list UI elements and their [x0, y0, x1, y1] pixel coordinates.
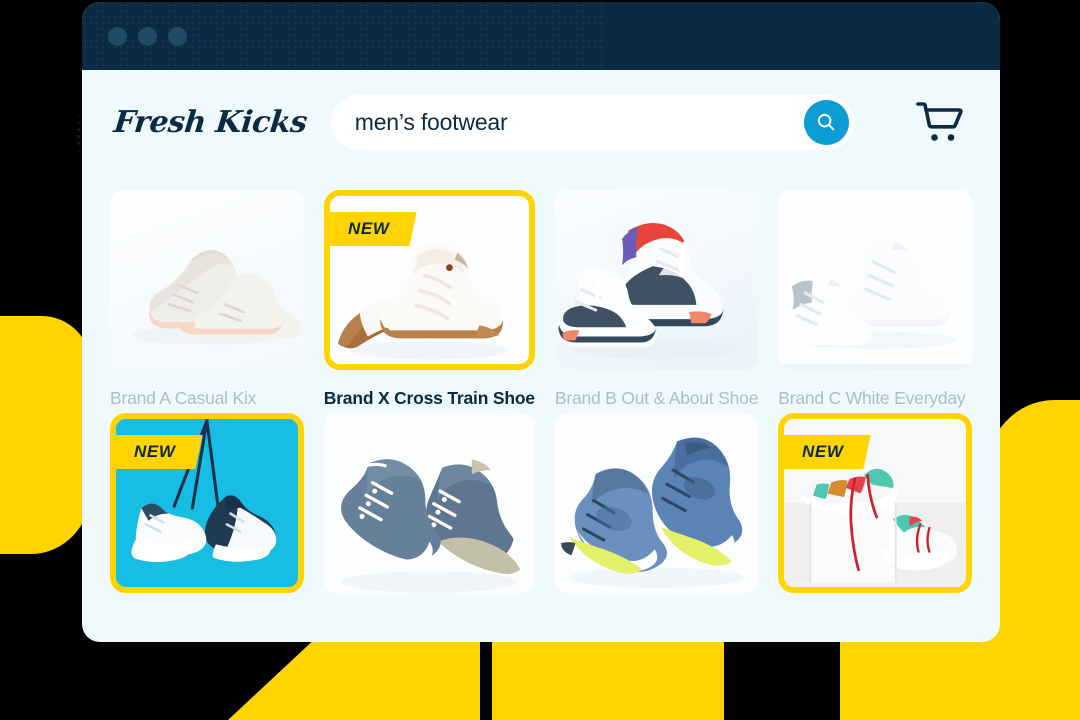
cart-button[interactable]	[910, 95, 968, 149]
shopping-cart-icon	[916, 102, 963, 141]
shoe-illustration-casual-kix	[131, 250, 301, 345]
product-card[interactable]	[323, 413, 535, 611]
product-thumbnail[interactable]: NEW	[778, 413, 972, 593]
brand-logo[interactable]: Fresh Kicks	[112, 105, 308, 140]
product-thumbnail[interactable]	[554, 190, 759, 370]
search-icon	[818, 113, 835, 131]
app-header: Fresh Kicks	[82, 70, 1000, 174]
product-thumbnail[interactable]	[778, 190, 972, 370]
new-badge: NEW	[115, 435, 204, 469]
new-badge-label: NEW	[347, 219, 390, 238]
new-badge-label: NEW	[802, 442, 844, 461]
yellow-shape-left-decoration	[0, 316, 92, 554]
minimize-dot-icon[interactable]	[138, 26, 157, 46]
product-grid: Brand A Casual Kix NEW Brand X Cross Tra…	[82, 174, 1000, 611]
search-button[interactable]	[803, 99, 849, 145]
product-title: Brand C White Everyday	[778, 388, 966, 408]
close-dot-icon[interactable]	[108, 26, 127, 46]
browser-window: Fresh Kicks men’s footwear Brand A Casua…	[82, 2, 1000, 642]
product-title: Brand A Casual Kix	[110, 388, 257, 408]
product-thumbnail[interactable]: NEW	[110, 413, 304, 593]
new-badge: NEW	[329, 212, 417, 246]
product-thumbnail[interactable]	[323, 413, 535, 593]
new-badge-label: NEW	[134, 442, 176, 461]
product-thumbnail[interactable]	[554, 413, 759, 593]
maximize-dot-icon[interactable]	[168, 26, 187, 46]
product-card[interactable]: Brand C White Everyday	[778, 190, 972, 409]
screenshot-stage: Fresh Kicks men’s footwear Brand A Casua…	[0, 0, 1080, 720]
product-card-featured[interactable]: NEW Brand X Cross Train Shoe	[323, 190, 535, 409]
yellow-shape-bottom-decoration	[228, 640, 1080, 720]
product-title: Brand B Out & About Shoe	[554, 388, 759, 408]
product-title: Brand X Cross Train Shoe	[323, 388, 535, 408]
shoe-illustration-white-everyday	[778, 190, 972, 365]
product-card[interactable]: NEW	[110, 413, 304, 611]
product-card[interactable]: Brand B Out & About Shoe	[554, 190, 759, 409]
product-thumbnail[interactable]	[110, 190, 304, 370]
shoe-illustration-blue-runner	[554, 413, 759, 593]
product-card[interactable]: Brand A Casual Kix	[110, 190, 304, 409]
shoe-illustration-grey-canvas	[323, 413, 535, 593]
browser-titlebar	[82, 2, 1000, 70]
shoe-illustration-out-and-about	[558, 223, 740, 359]
search-input[interactable]	[354, 108, 785, 136]
search-bar	[330, 94, 854, 150]
product-card[interactable]	[554, 413, 759, 611]
product-card[interactable]: NEW	[778, 413, 972, 611]
new-badge: NEW	[784, 435, 872, 469]
product-thumbnail[interactable]: NEW	[323, 190, 535, 370]
